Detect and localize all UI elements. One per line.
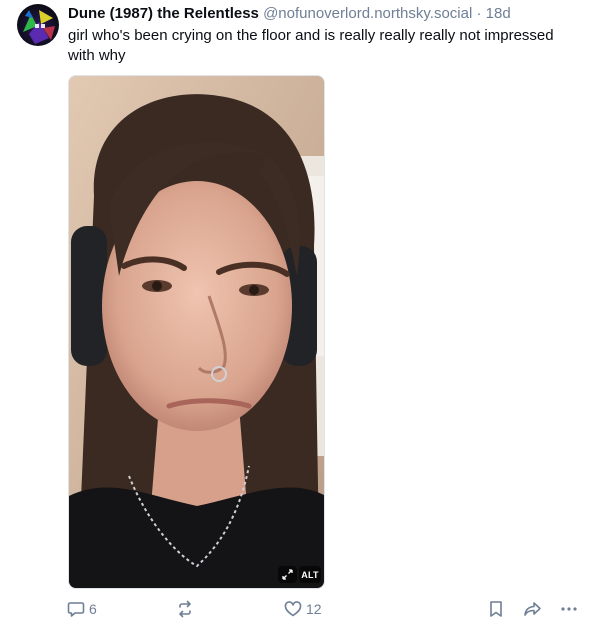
time-separator: · — [472, 5, 486, 22]
repost-button[interactable] — [176, 598, 198, 620]
like-button[interactable]: 12 — [284, 598, 322, 620]
author-handle[interactable]: @nofunoverlord.northsky.social — [263, 5, 472, 22]
expand-image-button[interactable] — [278, 566, 297, 583]
heart-icon — [284, 601, 302, 617]
repost-icon — [179, 600, 191, 618]
post-text: girl who's been crying on the floor and … — [68, 27, 554, 64]
bookmark-icon — [490, 601, 502, 617]
like-count: 12 — [306, 601, 322, 617]
post-header: Dune (1987) the Relentless @nofunoverlor… — [68, 4, 511, 23]
share-icon — [524, 602, 541, 616]
post-image[interactable]: ALT — [68, 75, 325, 589]
post[interactable]: Dune (1987) the Relentless @nofunoverlor… — [0, 0, 597, 631]
reply-count: 6 — [89, 601, 97, 617]
bookmark-button[interactable] — [488, 598, 504, 620]
reply-icon — [67, 602, 85, 617]
share-button[interactable] — [523, 598, 542, 620]
post-actions: 6 12 — [0, 598, 597, 622]
expand-icon — [282, 569, 293, 580]
alt-text-badge[interactable]: ALT — [299, 566, 321, 583]
more-options-button[interactable] — [560, 598, 578, 620]
avatar[interactable] — [17, 4, 59, 46]
reply-button[interactable]: 6 — [67, 598, 97, 620]
post-timestamp[interactable]: 18d — [486, 5, 511, 22]
ellipsis-icon — [561, 607, 577, 611]
author-display-name[interactable]: Dune (1987) the Relentless — [68, 5, 259, 22]
